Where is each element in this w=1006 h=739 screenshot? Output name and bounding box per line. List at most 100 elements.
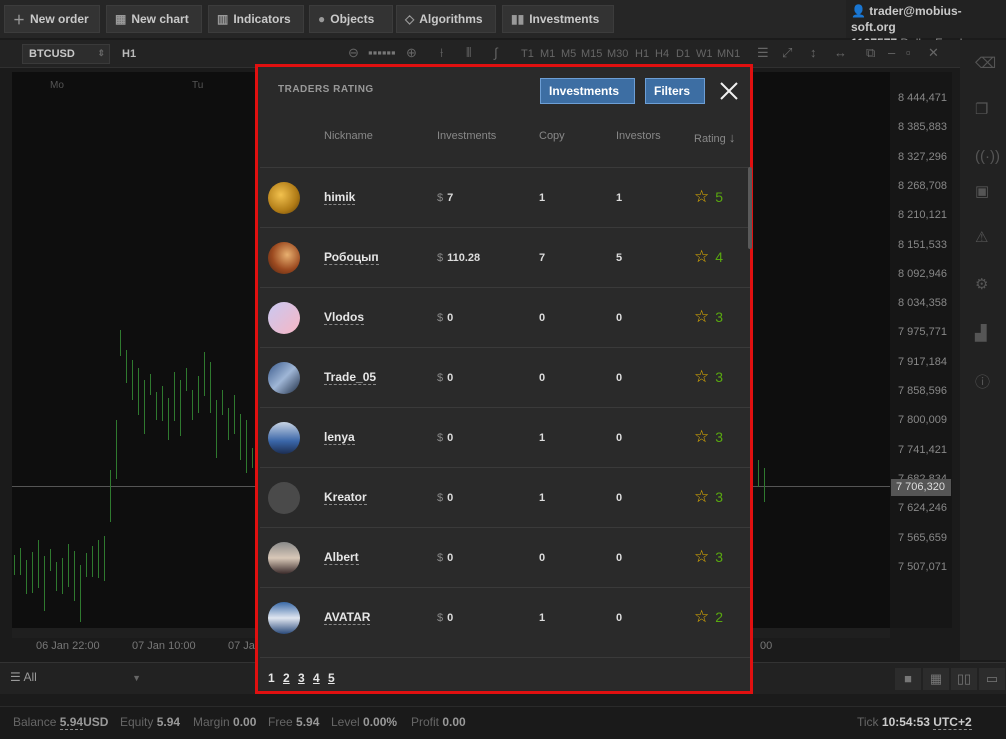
- indicators-button[interactable]: ▥ Indicators: [208, 5, 304, 33]
- right-sidebar: [960, 40, 1006, 660]
- curve-tool-icon[interactable]: ∫: [494, 45, 498, 60]
- new-order-button[interactable]: ＋ New order: [4, 5, 100, 33]
- avatar[interactable]: [268, 242, 300, 274]
- filter-all-dropdown[interactable]: ☰ All ▼: [10, 670, 141, 684]
- vertical-scale-icon[interactable]: ↕: [810, 45, 817, 60]
- chart-type-icon[interactable]: ☰: [757, 45, 769, 61]
- timeframe-m5[interactable]: M5: [561, 48, 576, 60]
- trader-nickname-link[interactable]: Робоцып: [324, 251, 379, 265]
- eraser-icon[interactable]: ⌫: [975, 54, 996, 72]
- layout-single-icon[interactable]: ■: [895, 668, 921, 690]
- timeframe-m1[interactable]: M1: [540, 48, 555, 60]
- new-chart-button[interactable]: ▦ New chart: [106, 5, 202, 33]
- maximize-icon[interactable]: ▫: [906, 45, 911, 60]
- trader-nickname-link[interactable]: himik: [324, 191, 356, 205]
- symbol-selector[interactable]: BTCUSD ⇕: [22, 44, 110, 64]
- trader-nickname-link[interactable]: Albert: [324, 551, 359, 565]
- page-2[interactable]: 2: [283, 671, 290, 685]
- info-icon[interactable]: ⓘ: [975, 371, 990, 392]
- candle: [162, 386, 163, 421]
- avatar[interactable]: [268, 602, 300, 634]
- timeframe-h1[interactable]: H1: [635, 48, 649, 60]
- trader-row[interactable]: AVATAR $0 1 0 ☆ 2: [260, 587, 750, 647]
- trader-row[interactable]: Trade_05 $0 0 0 ☆ 3: [260, 347, 750, 407]
- zoom-in-icon[interactable]: ⊕: [406, 45, 417, 61]
- line-tool-icon[interactable]: ⟊: [440, 45, 443, 61]
- candle: [56, 562, 57, 591]
- timeframe-h4[interactable]: H4: [655, 48, 669, 60]
- close-chart-icon[interactable]: ✕: [928, 45, 939, 61]
- minimize-icon[interactable]: –: [888, 45, 895, 60]
- trader-nickname-link[interactable]: Vlodos: [324, 311, 365, 325]
- account-info[interactable]: 👤 trader@mobius-soft.org 1137577 Dollar …: [846, 0, 1006, 50]
- trader-investors-count: 5: [616, 252, 623, 264]
- candle: [156, 392, 157, 420]
- col-investors[interactable]: Investors: [616, 130, 661, 142]
- col-nickname[interactable]: Nickname: [324, 130, 373, 142]
- page-1[interactable]: 1: [268, 671, 275, 685]
- avatar[interactable]: [268, 302, 300, 334]
- avatar[interactable]: [268, 362, 300, 394]
- price-label: 8 151,533: [898, 238, 947, 251]
- investments-tab-button[interactable]: Investments: [540, 78, 635, 104]
- timeframe-mn1[interactable]: MN1: [717, 48, 740, 60]
- candle: [150, 374, 151, 395]
- page-4[interactable]: 4: [313, 671, 320, 685]
- horizontal-scale-icon[interactable]: ↔: [834, 45, 847, 60]
- timeframe-m15[interactable]: M15: [581, 48, 602, 60]
- current-timeframe[interactable]: H1: [122, 48, 136, 60]
- popout-icon[interactable]: ⧉: [866, 45, 875, 61]
- zoom-out-icon[interactable]: ⊖: [348, 45, 359, 61]
- trader-nickname-link[interactable]: AVATAR: [324, 611, 371, 625]
- layout-rows-icon[interactable]: ▭: [979, 668, 1005, 690]
- zoom-slider[interactable]: ▪▪▪▪▪▪: [368, 45, 396, 60]
- trader-copy-count: 0: [539, 552, 546, 564]
- stats-icon[interactable]: ▟: [975, 324, 987, 342]
- investments-button[interactable]: ▮▮ Investments: [502, 5, 614, 33]
- trader-nickname-link[interactable]: Kreator: [324, 491, 367, 505]
- timeframe-m30[interactable]: M30: [607, 48, 628, 60]
- avatar[interactable]: [268, 422, 300, 454]
- layout-grid-icon[interactable]: ▦: [923, 668, 949, 690]
- page-5[interactable]: 5: [328, 671, 335, 685]
- col-rating[interactable]: Rating ↓: [694, 130, 735, 145]
- avatar[interactable]: [268, 482, 300, 514]
- fit-icon[interactable]: ⤢: [782, 45, 792, 61]
- avatar[interactable]: [268, 542, 300, 574]
- trader-rating: ☆ 5: [694, 187, 724, 206]
- trader-investments: $0: [437, 552, 454, 564]
- timeframe-d1[interactable]: D1: [676, 48, 690, 60]
- trader-nickname-link[interactable]: lenya: [324, 431, 355, 445]
- copy-icon[interactable]: ❐: [975, 100, 988, 118]
- free-margin: Free 5.94: [268, 715, 320, 729]
- timezone-selector[interactable]: UTC+2: [933, 715, 972, 730]
- trader-row[interactable]: Vlodos $0 0 0 ☆ 3: [260, 287, 750, 347]
- signal-icon[interactable]: ((·)): [975, 148, 1000, 165]
- layout-columns-icon[interactable]: ▯▯: [951, 668, 977, 690]
- timeframe-w1[interactable]: W1: [696, 48, 713, 60]
- warning-icon[interactable]: ⚠: [975, 228, 988, 246]
- filters-button[interactable]: Filters: [645, 78, 705, 104]
- timeframe-t1[interactable]: T1: [521, 48, 534, 60]
- trader-copy-count: 1: [539, 432, 546, 444]
- trader-row[interactable]: himik $7 1 1 ☆ 5: [260, 167, 750, 227]
- list-scrollbar[interactable]: [748, 167, 752, 249]
- gear-icon[interactable]: ⚙: [975, 275, 988, 293]
- col-investments[interactable]: Investments: [437, 130, 496, 142]
- price-label: 7 858,596: [898, 385, 947, 397]
- objects-button[interactable]: ● Objects: [309, 5, 393, 33]
- page-3[interactable]: 3: [298, 671, 305, 685]
- trader-row[interactable]: Робоцып $110.28 7 5 ☆ 4: [260, 227, 750, 287]
- bars-tool-icon[interactable]: ⫴: [466, 45, 471, 61]
- trader-nickname-link[interactable]: Trade_05: [324, 371, 377, 385]
- close-icon[interactable]: [717, 79, 741, 103]
- col-copy[interactable]: Copy: [539, 130, 565, 142]
- day-label: Mo: [50, 80, 64, 91]
- trader-row[interactable]: Kreator $0 1 0 ☆ 3: [260, 467, 750, 527]
- trader-row[interactable]: Albert $0 0 0 ☆ 3: [260, 527, 750, 587]
- avatar[interactable]: [268, 182, 300, 214]
- terminal-icon[interactable]: ▣: [975, 182, 989, 200]
- algorithms-button[interactable]: ◇ Algorithms: [396, 5, 496, 33]
- trader-row[interactable]: lenya $0 1 0 ☆ 3: [260, 407, 750, 467]
- candle: [14, 555, 15, 575]
